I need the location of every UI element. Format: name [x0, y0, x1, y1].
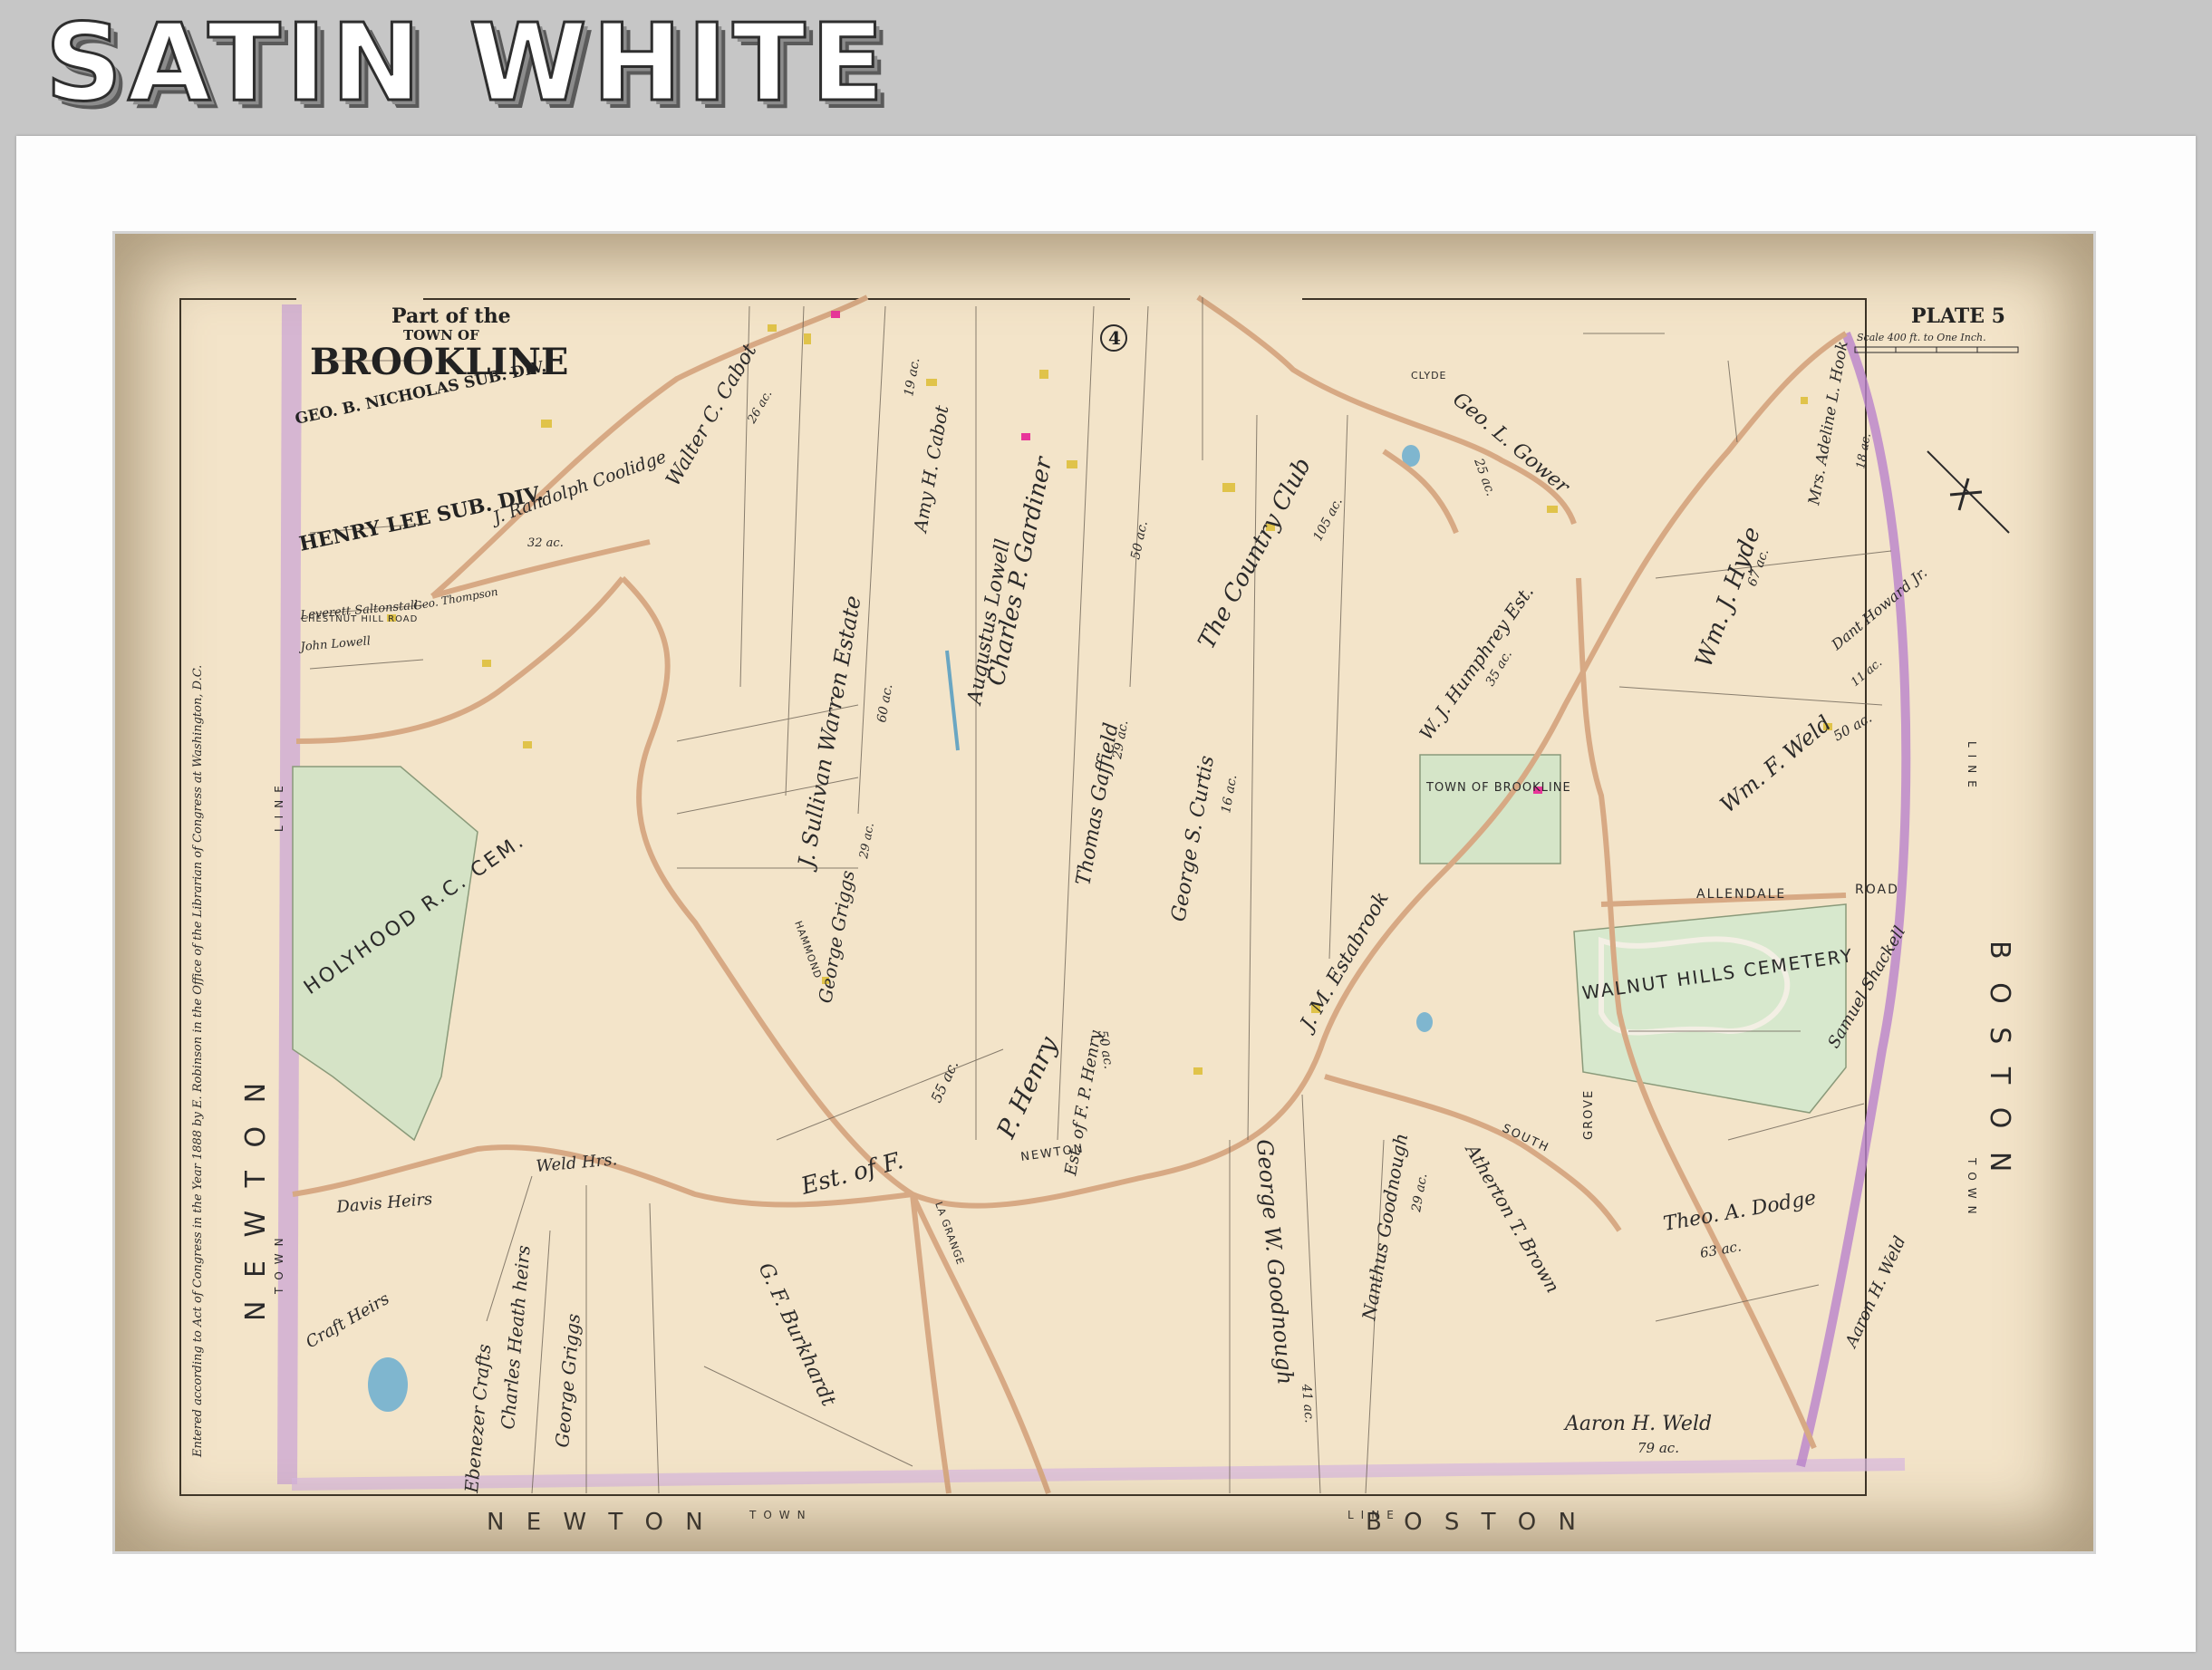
- map-print[interactable]: Part of the TOWN OF BROOKLINE PLATE 5 4 …: [112, 231, 2096, 1554]
- owner-area: 11 ac.: [1849, 656, 1885, 690]
- sheet-number: 4: [1108, 327, 1121, 349]
- town-of-brookline-lot: [1419, 754, 1561, 864]
- line-label-east: LINE: [1966, 741, 1978, 795]
- owner-label[interactable]: Weld Hrs.: [536, 1150, 618, 1176]
- owner-area: 29 ac.: [857, 822, 877, 861]
- lagrange-street-label: LA GRANGE: [932, 1201, 966, 1267]
- newton-south-label: N E W T O N: [487, 1509, 710, 1536]
- north-arrow: [1927, 450, 2010, 534]
- owner-label[interactable]: P. Henry: [990, 1031, 1064, 1144]
- owner-area: 50 ac.: [1128, 520, 1151, 561]
- scale-bar: [1854, 346, 2019, 353]
- owner-label[interactable]: Aaron H. Weld: [1841, 1233, 1910, 1352]
- owner-area: 55 ac.: [927, 1057, 961, 1105]
- owner-label[interactable]: W. J. Humphrey Est.: [1415, 581, 1538, 743]
- owner-label[interactable]: Dant Howard Jr.: [1828, 564, 1931, 654]
- owner-area: 32 ac.: [527, 536, 564, 550]
- line-label-west: LINE: [273, 778, 285, 832]
- scale-label: Scale 400 ft. to One Inch.: [1857, 332, 1986, 343]
- owner-label[interactable]: J. Sullivan Warren Estate: [792, 594, 865, 874]
- owner-label[interactable]: Davis Heirs: [335, 1190, 433, 1217]
- road-label: ROAD: [1855, 883, 1899, 897]
- owner-area: 26 ac.: [745, 388, 775, 427]
- newton-west-label: N E W T O N: [240, 1076, 272, 1321]
- owner-area: 18 ac.: [1854, 432, 1874, 470]
- town-label-south: TOWN: [749, 1509, 813, 1521]
- grove-street-label: GROVE: [1582, 1089, 1596, 1140]
- newton-town-line-west: [277, 304, 302, 1485]
- owner-label[interactable]: Wm. J. Hyde: [1690, 524, 1766, 671]
- pond: [368, 1357, 408, 1412]
- pond: [1416, 1012, 1433, 1032]
- owner-label[interactable]: Theo. A. Dodge: [1662, 1187, 1818, 1236]
- boston-east-label: B O S T O N: [1984, 941, 2015, 1179]
- town-label-east: TOWN: [1966, 1157, 1978, 1221]
- owner-label[interactable]: Wm. F. Weld: [1715, 710, 1837, 817]
- owner-area: 63 ac.: [1699, 1238, 1743, 1261]
- owner-area: 50 ac.: [1830, 710, 1875, 745]
- owner-label[interactable]: George W. Goodnough: [1251, 1138, 1299, 1385]
- owner-label[interactable]: Craft Heirs: [303, 1289, 392, 1353]
- owner-area: 105 ac.: [1310, 496, 1345, 544]
- owner-area: 29 ac.: [1409, 1173, 1430, 1214]
- owner-label[interactable]: George Griggs: [551, 1313, 584, 1449]
- owner-area: 60 ac.: [874, 683, 895, 724]
- brookline-map[interactable]: Part of the TOWN OF BROOKLINE PLATE 5 4 …: [115, 234, 2093, 1551]
- owner-label[interactable]: Aaron H. Weld: [1563, 1413, 1712, 1435]
- owner-label[interactable]: George Griggs: [814, 869, 858, 1005]
- part-of-the-label: Part of the: [391, 304, 511, 328]
- owner-label[interactable]: John Lowell: [297, 634, 372, 654]
- owner-label[interactable]: Nanthus Goodnough: [1357, 1132, 1412, 1323]
- owner-label[interactable]: Est. of F.: [797, 1147, 906, 1201]
- owner-label[interactable]: J. M. Estabrook: [1295, 888, 1394, 1037]
- owner-label[interactable]: George S. Curtis: [1167, 754, 1219, 923]
- holyhood-cemetery-area: [292, 766, 478, 1142]
- owner-label[interactable]: The Country Club: [1193, 453, 1317, 653]
- owner-labels: Walter C. Cabot 26 ac. J. Randolph Cooli…: [297, 340, 1930, 1495]
- owner-area: 79 ac.: [1637, 1440, 1679, 1456]
- owner-label[interactable]: G. F. Burkhardt: [754, 1260, 840, 1410]
- owner-area: 41 ac.: [1299, 1383, 1317, 1424]
- owner-area: 19 ac.: [902, 357, 922, 398]
- town-label-west: TOWN: [273, 1231, 285, 1295]
- boston-south-label: B O S T O N: [1366, 1509, 1583, 1536]
- copyright-note: Entered according to Act of Congress in …: [191, 665, 205, 1458]
- satin-white-banner: SATIN WHITE: [43, 0, 890, 125]
- owner-area: 25 ac.: [1471, 456, 1498, 498]
- allendale-road-label: ALLENDALE: [1696, 887, 1786, 902]
- owner-label[interactable]: Mrs. Adeline L. Hook: [1805, 340, 1852, 507]
- owner-label[interactable]: Amy H. Cabot: [909, 403, 953, 536]
- town-of-brookline-label[interactable]: TOWN OF BROOKLINE: [1425, 781, 1571, 795]
- owner-area: 16 ac.: [1219, 774, 1240, 815]
- mat-board: Part of the TOWN OF BROOKLINE PLATE 5 4 …: [16, 136, 2196, 1652]
- owner-label[interactable]: Ebenezer Crafts: [460, 1343, 495, 1494]
- property-lines: [309, 297, 1892, 1494]
- clyde-street-label: CLYDE: [1411, 370, 1447, 381]
- plate-number: PLATE 5: [1911, 304, 2005, 328]
